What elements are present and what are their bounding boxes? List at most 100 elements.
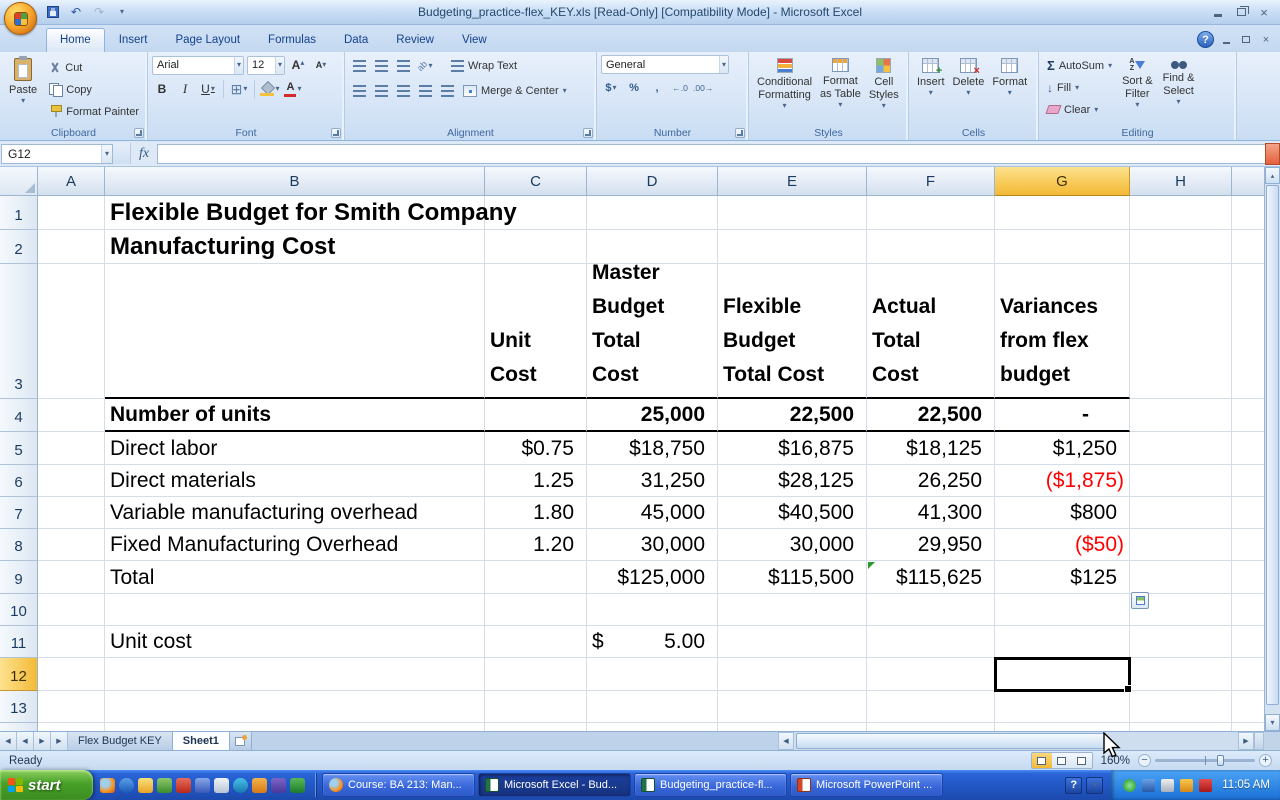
vscroll-thumb[interactable] xyxy=(1266,185,1279,705)
help-button[interactable]: ? xyxy=(1197,31,1214,48)
percent-style-button[interactable]: % xyxy=(624,78,644,98)
cell-A2[interactable] xyxy=(38,230,105,264)
cell-E13[interactable] xyxy=(718,691,867,723)
cell-G5[interactable]: $1,250 xyxy=(995,432,1130,465)
cell-A4[interactable] xyxy=(38,399,105,432)
cell-E2[interactable] xyxy=(718,230,867,264)
number-dialog-launcher[interactable] xyxy=(735,128,745,138)
cell-E6[interactable]: $28,125 xyxy=(718,465,867,497)
accounting-format-button[interactable]: $▾ xyxy=(601,78,621,98)
column-header-C[interactable]: C xyxy=(485,167,587,196)
quicklaunch-icon-5[interactable] xyxy=(176,778,191,793)
cell-F2[interactable] xyxy=(867,230,995,264)
cell-C8[interactable]: 1.20 xyxy=(485,529,587,561)
zoom-level[interactable]: 160% xyxy=(1101,755,1130,767)
tab-insert[interactable]: Insert xyxy=(105,28,162,52)
cell-H11[interactable] xyxy=(1130,626,1232,658)
cell-F9[interactable]: $115,625 xyxy=(867,561,995,594)
top-align-button[interactable] xyxy=(349,56,369,76)
cell-A5[interactable] xyxy=(38,432,105,465)
cell-E11[interactable] xyxy=(718,626,867,658)
cell-A7[interactable] xyxy=(38,497,105,529)
quicklaunch-icon-2[interactable] xyxy=(119,778,134,793)
cell-F3[interactable]: Actual Total Cost xyxy=(867,264,995,399)
insert-cells-button[interactable]: +Insert▾ xyxy=(913,55,949,97)
tab-home[interactable]: Home xyxy=(46,28,105,52)
horizontal-scrollbar[interactable] xyxy=(794,732,1238,750)
taskbar-item-powerpoint[interactable]: Microsoft PowerPoint ... xyxy=(790,773,943,797)
hscroll-left-button[interactable]: ◀ xyxy=(778,732,794,750)
borders-button[interactable]: ⊞▾ xyxy=(229,79,249,99)
bold-button[interactable]: B xyxy=(152,79,172,99)
clipboard-dialog-launcher[interactable] xyxy=(134,128,144,138)
column-header-H[interactable]: H xyxy=(1130,167,1232,196)
align-right-button[interactable] xyxy=(393,81,413,101)
cell-E10[interactable] xyxy=(718,594,867,626)
alignment-dialog-launcher[interactable] xyxy=(583,128,593,138)
cell-H14[interactable] xyxy=(1130,723,1232,731)
smart-tag-button[interactable] xyxy=(1131,592,1149,609)
find-select-button[interactable]: Find & Select▾ xyxy=(1159,55,1199,120)
font-color-button[interactable]: A▾ xyxy=(283,79,303,99)
font-size-select[interactable]: 12▾ xyxy=(247,56,285,75)
hscroll-right-button[interactable]: ▶ xyxy=(1238,732,1254,750)
quicklaunch-icon-8[interactable] xyxy=(233,778,248,793)
cell-A10[interactable] xyxy=(38,594,105,626)
cell-G10[interactable] xyxy=(995,594,1130,626)
row-header-8[interactable]: 8 xyxy=(0,529,38,561)
cell-C4[interactable] xyxy=(485,399,587,432)
last-sheet-button[interactable]: ▶ xyxy=(51,732,68,750)
workbook-close-button[interactable]: × xyxy=(1258,33,1274,47)
cell-F12[interactable] xyxy=(867,658,995,691)
zoom-track[interactable] xyxy=(1155,759,1255,762)
increase-decimal-button[interactable]: ←.0 xyxy=(670,78,690,98)
italic-button[interactable]: I xyxy=(175,79,195,99)
cell-B8[interactable]: Fixed Manufacturing Overhead xyxy=(105,529,485,561)
cell-A13[interactable] xyxy=(38,691,105,723)
cell-B2[interactable]: Manufacturing Cost xyxy=(105,230,485,264)
merge-center-button[interactable]: Merge & Center▾ xyxy=(459,80,571,101)
fill-button[interactable]: ↓Fill▾ xyxy=(1043,77,1116,98)
cell-D14[interactable] xyxy=(587,723,718,731)
taskbar-item-budgeting-file[interactable]: Budgeting_practice-fl... xyxy=(634,773,787,797)
cell-E3[interactable]: Flexible Budget Total Cost xyxy=(718,264,867,399)
cell-H7[interactable] xyxy=(1130,497,1232,529)
tray-icon-2[interactable] xyxy=(1142,779,1155,792)
workbook-minimize-button[interactable] xyxy=(1218,33,1234,47)
cell-B9[interactable]: Total xyxy=(105,561,485,594)
cell-B1[interactable]: Flexible Budget for Smith Company xyxy=(105,196,485,230)
cell-C7[interactable]: 1.80 xyxy=(485,497,587,529)
comma-style-button[interactable]: , xyxy=(647,78,667,98)
sheet-tab-flex-budget-key[interactable]: Flex Budget KEY xyxy=(68,732,173,750)
tab-page-layout[interactable]: Page Layout xyxy=(161,28,254,52)
column-header-D[interactable]: D xyxy=(587,167,718,196)
cell-B7[interactable]: Variable manufacturing overhead xyxy=(105,497,485,529)
customize-qat-button[interactable]: ▾ xyxy=(113,4,131,21)
cell-H9[interactable] xyxy=(1130,561,1232,594)
cell-D13[interactable] xyxy=(587,691,718,723)
cell-G6[interactable]: ($1,875) xyxy=(995,465,1130,497)
cell-C12[interactable] xyxy=(485,658,587,691)
taskbar-item-firefox[interactable]: Course: BA 213: Man... xyxy=(322,773,475,797)
cell-C10[interactable] xyxy=(485,594,587,626)
bottom-align-button[interactable] xyxy=(393,56,413,76)
underline-button[interactable]: U▾ xyxy=(198,79,218,99)
tab-review[interactable]: Review xyxy=(382,28,448,52)
cell-H1[interactable] xyxy=(1130,196,1232,230)
font-family-select[interactable]: Arial▾ xyxy=(152,56,244,75)
grow-font-button[interactable]: A▴ xyxy=(288,55,308,75)
cell-A14[interactable] xyxy=(38,723,105,731)
quicklaunch-icon-11[interactable] xyxy=(290,778,305,793)
cell-G7[interactable]: $800 xyxy=(995,497,1130,529)
insert-function-button[interactable]: fx xyxy=(131,144,157,164)
cell-C5[interactable]: $0.75 xyxy=(485,432,587,465)
cell-C3[interactable]: Unit Cost xyxy=(485,264,587,399)
row-header-10[interactable]: 10 xyxy=(0,594,38,626)
format-painter-button[interactable]: Format Painter xyxy=(45,101,143,122)
normal-view-button[interactable] xyxy=(1032,753,1052,768)
quicklaunch-icon-6[interactable] xyxy=(195,778,210,793)
undo-button[interactable]: ↶ xyxy=(67,4,85,21)
cell-B14[interactable] xyxy=(105,723,485,731)
tab-split-handle[interactable] xyxy=(1254,732,1264,750)
row-header-6[interactable]: 6 xyxy=(0,465,38,497)
